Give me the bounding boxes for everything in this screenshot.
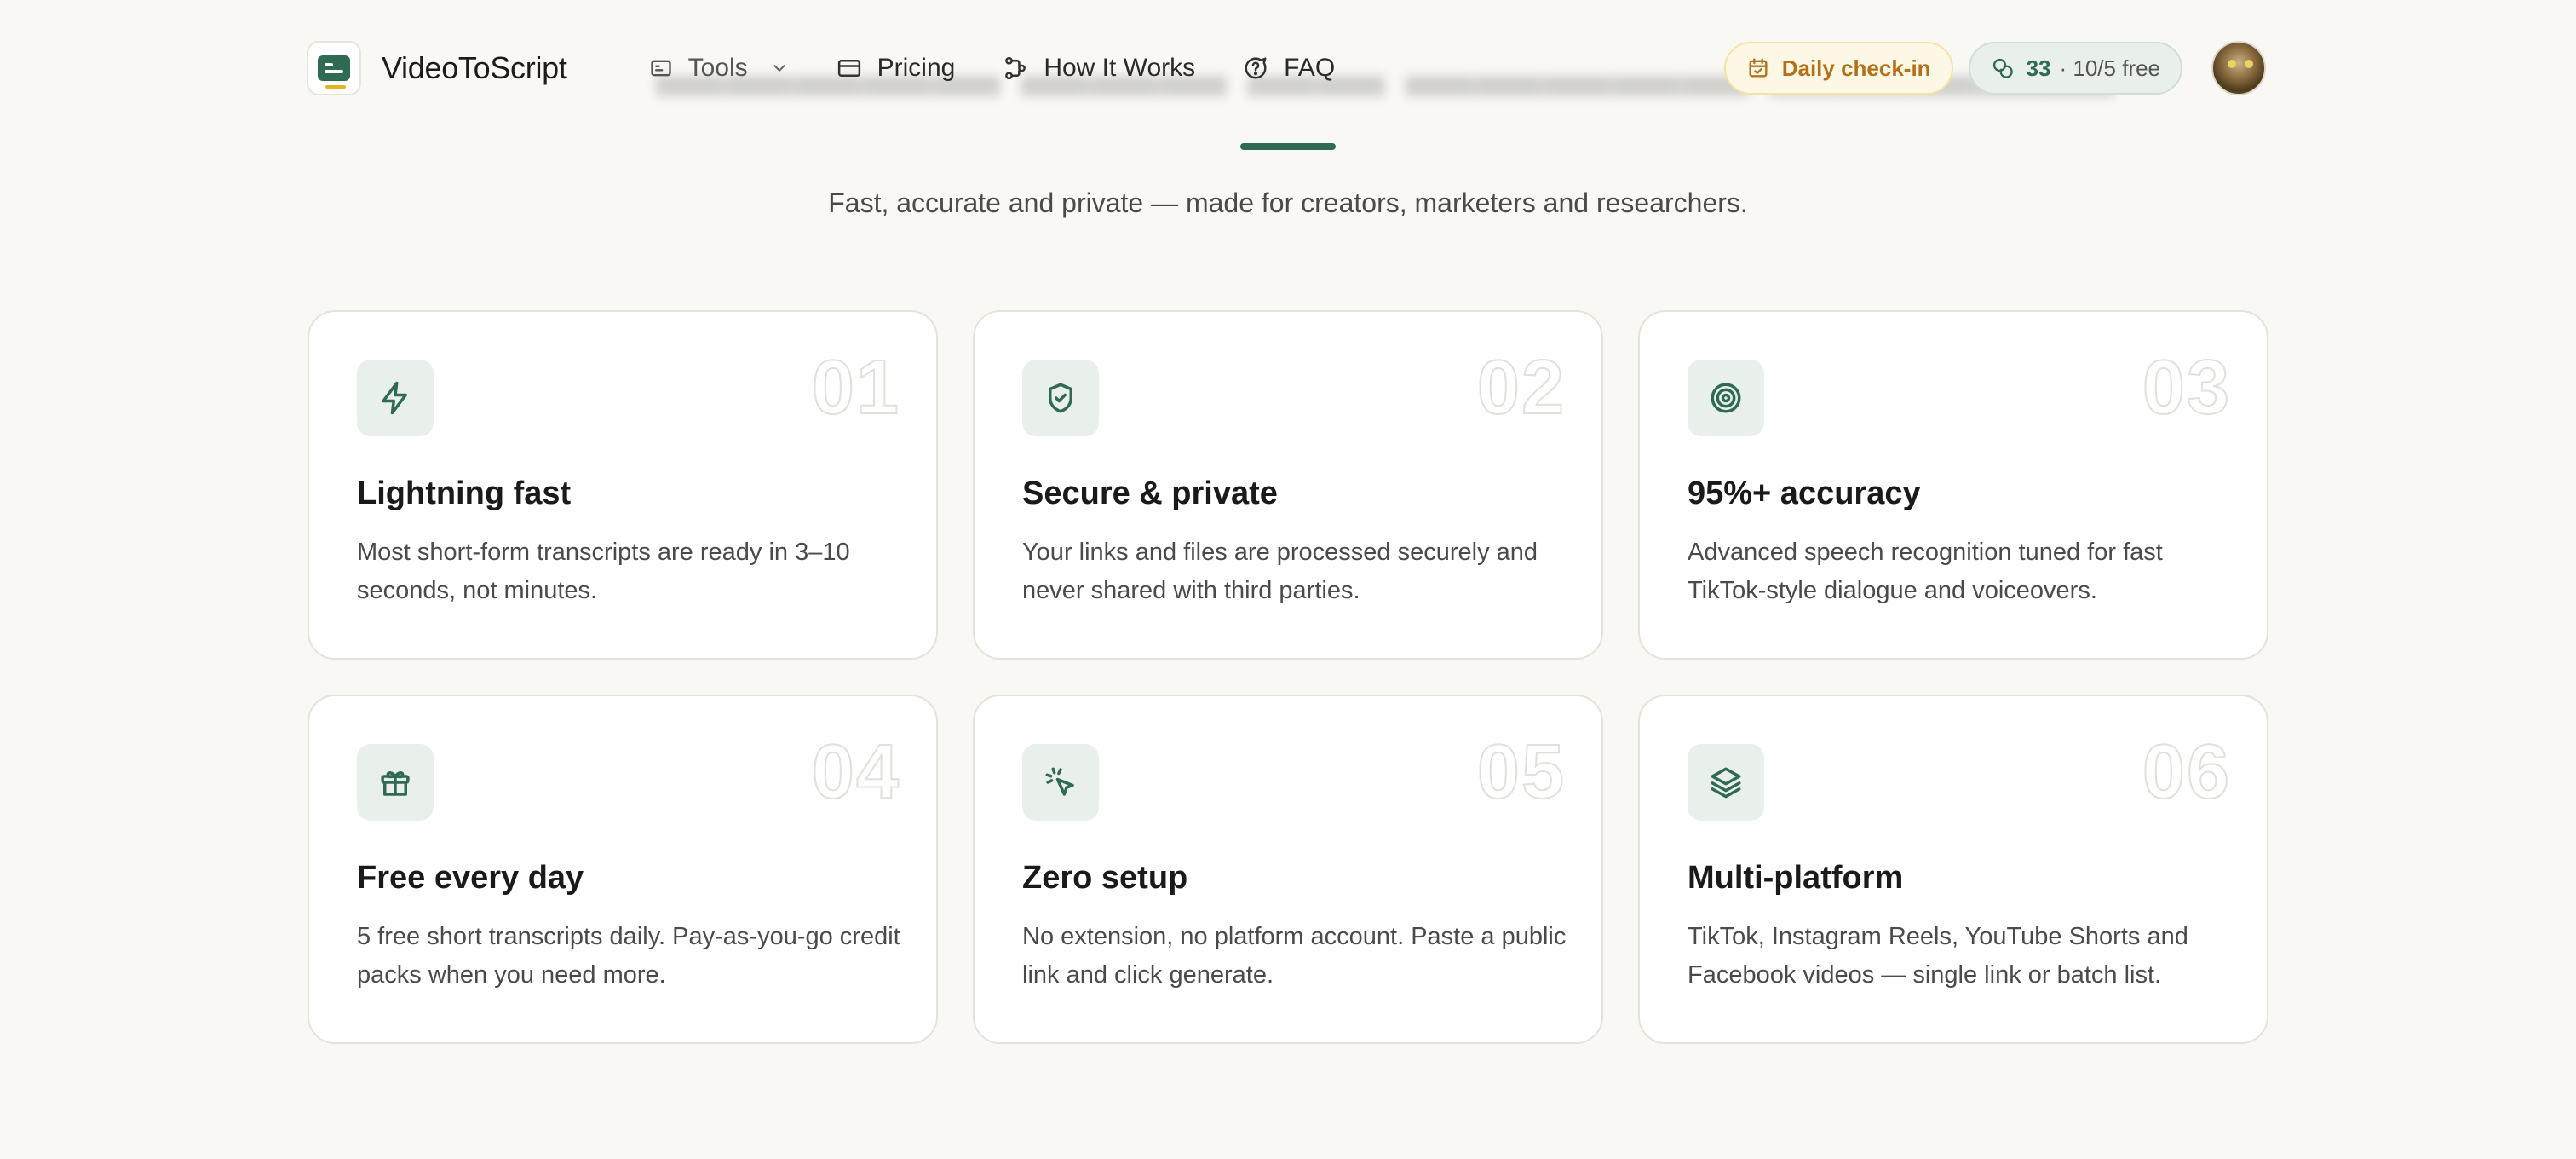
cursor-click-icon: [1045, 767, 1074, 796]
nav-tools[interactable]: Tools: [649, 54, 789, 83]
calendar-check-icon: [1749, 58, 1768, 78]
credit-card-icon: [837, 60, 860, 77]
section-subtitle: Fast, accurate and private — made for cr…: [828, 187, 1748, 218]
lightning-icon: [382, 381, 407, 415]
feature-number: 01: [811, 344, 900, 431]
daily-checkin-button[interactable]: Daily check-in: [1723, 42, 1953, 95]
credits-count: 33: [2026, 55, 2051, 81]
feature-title: 95%+ accuracy: [1688, 476, 1921, 511]
gift-icon: [381, 771, 410, 796]
feature-title: Zero setup: [1022, 860, 1188, 896]
nav-how-it-works[interactable]: How It Works: [1003, 54, 1195, 83]
feature-card: 01 Lightning fast Most short-form transc…: [308, 310, 938, 660]
nav-how-it-works-label: How It Works: [1044, 54, 1196, 82]
chevron-down-icon: [773, 65, 785, 72]
feature-number: 02: [1476, 344, 1566, 431]
feature-number: 05: [1476, 729, 1566, 816]
section-accent-bar: [1240, 143, 1336, 150]
feature-description: Advanced speech recognition tuned for fa…: [1688, 539, 2163, 604]
help-circle-icon: [1245, 57, 1267, 79]
feature-number: 04: [811, 729, 900, 816]
daily-checkin-label: Daily check-in: [1781, 55, 1931, 81]
nav-pricing[interactable]: Pricing: [837, 54, 956, 83]
nav-faq[interactable]: FAQ: [1243, 54, 1335, 83]
target-icon: [1711, 383, 1741, 413]
logo[interactable]: [307, 41, 361, 95]
feature-card: 02 Secure & private Your links and files…: [973, 310, 1603, 660]
tools-icon: [650, 60, 671, 77]
user-avatar[interactable]: [2211, 41, 2266, 95]
header-actions: Daily check-in 33 · 10/5 free: [1723, 41, 2266, 95]
workflow-icon: [1005, 56, 1026, 80]
layers-icon: [1711, 767, 1741, 799]
feature-description: Your links and files are processed secur…: [1022, 539, 1538, 604]
logo-icon: [318, 55, 350, 81]
credits-free: · 10/5 free: [2059, 55, 2160, 81]
credits-badge[interactable]: 33 · 10/5 free: [1968, 42, 2182, 95]
feature-title: Secure & private: [1022, 476, 1278, 511]
feature-title: Free every day: [357, 860, 584, 896]
feature-description: No extension, no platform account. Paste…: [1022, 923, 1567, 989]
coins-icon: [1992, 58, 2013, 78]
nav-faq-label: FAQ: [1284, 54, 1336, 82]
feature-description: 5 free short transcripts daily. Pay-as-y…: [357, 923, 900, 989]
feature-card: 03 95%+ accuracy Advanced speech recogni…: [1638, 310, 2268, 660]
feature-card: 04 Free every day 5 free short transcrip…: [308, 695, 938, 1044]
feature-card: 06 Multi-platform TikTok, Instagram Reel…: [1638, 695, 2268, 1044]
site-header: VideoToScript Tools Pricing How It Works: [307, 39, 2266, 97]
feature-number: 03: [2142, 344, 2231, 431]
feature-description: TikTok, Instagram Reels, YouTube Shorts …: [1688, 923, 2188, 989]
feature-description: Most short-form transcripts are ready in…: [357, 539, 850, 604]
feature-title: Lightning fast: [357, 476, 572, 511]
feature-title: Multi-platform: [1688, 860, 1904, 896]
feature-card: 05 Zero setup No extension, no platform …: [973, 695, 1603, 1044]
brand-name[interactable]: VideoToScript: [382, 50, 567, 86]
shield-check-icon: [1049, 383, 1072, 413]
nav-tools-label: Tools: [687, 54, 748, 82]
main-nav: Tools Pricing How It Works FAQ: [649, 54, 1383, 83]
feature-number: 06: [2142, 729, 2231, 816]
nav-pricing-label: Pricing: [877, 54, 956, 82]
